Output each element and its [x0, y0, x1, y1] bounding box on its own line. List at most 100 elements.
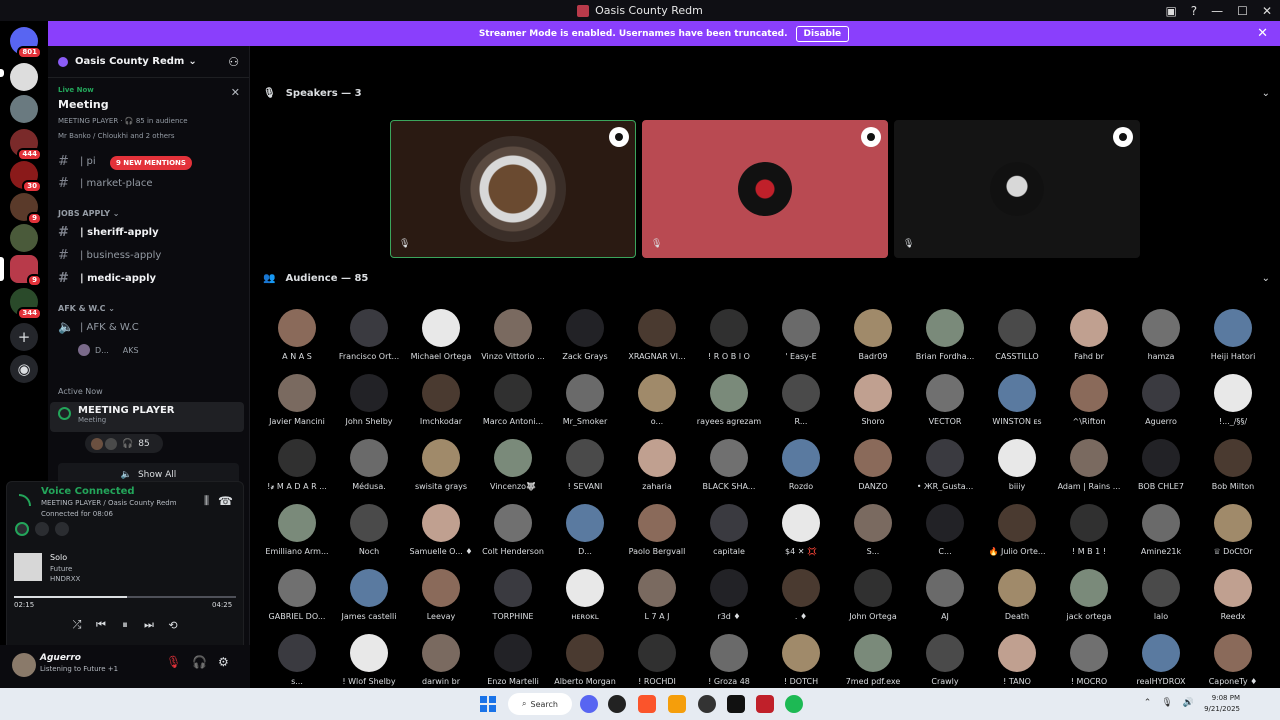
audience-member[interactable]: John Ortega — [837, 569, 909, 633]
chevron-down-icon[interactable]: ⌄ — [1262, 273, 1270, 284]
server-icon[interactable] — [10, 95, 38, 123]
audience-member[interactable]: Emilliano Arm... — [261, 504, 333, 568]
audience-member[interactable]: XRAGNAR VI... — [621, 309, 693, 373]
audience-member[interactable]: VECTOR — [909, 374, 981, 438]
server-icon[interactable]: 9 — [10, 193, 42, 225]
audience-member[interactable]: Francisco Ort... — [333, 309, 405, 373]
previous-icon[interactable]: ⏮ — [93, 617, 109, 633]
audience-member[interactable]: Michael Ortega — [405, 309, 477, 373]
audience-member[interactable]: L 7 A J — [621, 569, 693, 633]
add-member-icon[interactable]: ⚇ — [228, 55, 239, 69]
audience-member[interactable]: r3d ♦ — [693, 569, 765, 633]
system-tray[interactable]: ⌃ 🎙 🔊 — [1144, 698, 1194, 708]
spotify-taskbar-icon[interactable] — [785, 695, 803, 713]
audience-member[interactable]: ' Easy-E — [765, 309, 837, 373]
audience-member[interactable]: Death — [981, 569, 1053, 633]
server-icon[interactable]: 344 — [10, 288, 42, 320]
shuffle-icon[interactable]: ⤮ — [69, 617, 85, 633]
new-mentions-badge[interactable]: 9 NEW MENTIONS — [110, 156, 192, 170]
audience-member[interactable]: rayees agrezam — [693, 374, 765, 438]
app-taskbar-icon[interactable] — [727, 695, 745, 713]
speaker-tile[interactable]: 🎙 — [390, 120, 636, 258]
audience-member[interactable]: hamza — [1125, 309, 1197, 373]
audience-member[interactable]: DANZO — [837, 439, 909, 503]
audience-member[interactable]: BOB CHLE7 — [1125, 439, 1197, 503]
audience-member[interactable]: o... — [621, 374, 693, 438]
category-afk[interactable]: AFK & W.C ⌄ — [58, 304, 115, 313]
app-taskbar-icon[interactable] — [668, 695, 686, 713]
chevron-down-icon[interactable]: ⌄ — [1262, 88, 1270, 99]
audience-member[interactable]: Noch — [333, 504, 405, 568]
audience-member[interactable]: John Shelby — [333, 374, 405, 438]
app-taskbar-icon[interactable] — [756, 695, 774, 713]
app-taskbar-icon[interactable] — [608, 695, 626, 713]
audience-member[interactable]: !҂ M A D A R ... — [261, 439, 333, 503]
camera-icon[interactable] — [609, 127, 629, 147]
audience-member[interactable]: Fahd br — [1053, 309, 1125, 373]
server-icon[interactable]: 444 — [10, 129, 42, 161]
audience-member[interactable]: Javier Mancini — [261, 374, 333, 438]
audience-member[interactable]: BLACK SHA... — [693, 439, 765, 503]
close-banner-icon[interactable]: ✕ — [1257, 26, 1268, 41]
add-server-icon[interactable]: + — [10, 323, 38, 351]
server-icon[interactable]: 30 — [10, 161, 42, 193]
audience-member[interactable]: Badr09 — [837, 309, 909, 373]
live-now-card[interactable]: Live Now Meeting MEETING PLAYER · 🎧 85 i… — [48, 80, 250, 150]
audience-member[interactable]: Vincenzo🐺 — [477, 439, 549, 503]
speaker-tile[interactable]: 🎙 — [642, 120, 888, 258]
audience-member[interactable]: Samuelle O... ♦ — [405, 504, 477, 568]
audience-member[interactable]: swisita grays — [405, 439, 477, 503]
audience-member[interactable]: R... — [765, 374, 837, 438]
gear-icon[interactable]: ⚙ — [218, 655, 229, 669]
category-jobs-apply[interactable]: JOBS APPLY ⌄ — [58, 209, 119, 218]
audience-member[interactable]: $4 ✕ 💢 — [765, 504, 837, 568]
next-icon[interactable]: ⏭ — [141, 617, 157, 633]
audience-member[interactable]: Brian Fordha... — [909, 309, 981, 373]
channel-medic-apply[interactable]: # | medic-apply — [58, 269, 242, 287]
discord-taskbar-icon[interactable] — [580, 695, 598, 713]
voice-user-row[interactable]: D... AKS — [78, 341, 262, 359]
repeat-icon[interactable]: ⟲ — [165, 617, 181, 633]
help-icon[interactable]: ? — [1191, 4, 1197, 18]
active-meeting-row[interactable]: MEETING PLAYER Meeting — [50, 402, 244, 432]
audience-member[interactable]: !..._/§§/ — [1197, 374, 1269, 438]
audience-member[interactable]: Médusa. — [333, 439, 405, 503]
username[interactable]: Aguerro — [40, 653, 81, 663]
playback-progress[interactable] — [14, 596, 236, 598]
audience-member[interactable]: D... — [549, 504, 621, 568]
disable-streamer-button[interactable]: Disable — [795, 25, 850, 42]
audience-member[interactable]: capitale — [693, 504, 765, 568]
channel-market-place[interactable]: # | market-place — [58, 174, 242, 192]
brave-taskbar-icon[interactable] — [638, 695, 656, 713]
audience-member[interactable]: GABRIEL DO... — [261, 569, 333, 633]
avatar[interactable] — [12, 653, 36, 677]
audience-member[interactable]: Adam | Rains ... — [1053, 439, 1125, 503]
audience-member[interactable]: lalo — [1125, 569, 1197, 633]
channel-business-apply[interactable]: # | business-apply — [58, 246, 242, 264]
dm-home-button[interactable]: 801 — [10, 27, 42, 59]
server-icon-oasis[interactable]: 9 — [10, 255, 42, 287]
audience-member[interactable]: S... — [837, 504, 909, 568]
audience-member[interactable]: ʜᴇʀᴏᴋʟ — [549, 569, 621, 633]
microphone-icon[interactable]: 🎙 — [166, 655, 181, 669]
audience-member[interactable]: TORPHINE — [477, 569, 549, 633]
audience-member[interactable]: WINSTON ᴇs — [981, 374, 1053, 438]
camera-icon[interactable] — [1113, 127, 1133, 147]
audience-member[interactable]: A N A S — [261, 309, 333, 373]
windows-start-icon[interactable] — [480, 696, 496, 712]
audience-member[interactable]: Bob Milton — [1197, 439, 1269, 503]
disconnect-icon[interactable]: ☎ — [218, 494, 233, 508]
audience-member[interactable]: AJ — [909, 569, 981, 633]
audience-member[interactable]: Reedx — [1197, 569, 1269, 633]
audience-member[interactable]: Amine21k — [1125, 504, 1197, 568]
maximize-button[interactable]: ☐ — [1237, 4, 1248, 18]
activity-icon[interactable] — [55, 522, 69, 536]
audience-member[interactable]: ! R O B I O — [693, 309, 765, 373]
headphones-icon[interactable]: 🎧 — [192, 655, 207, 669]
audience-member[interactable]: ! M B 1 ! — [1053, 504, 1125, 568]
voice-channel[interactable]: MEETING PLAYER / Oasis County Redm — [41, 499, 177, 507]
close-window-button[interactable]: ✕ — [1262, 4, 1272, 18]
audience-member[interactable]: Imchkodar — [405, 374, 477, 438]
audience-member[interactable]: Zack Grays — [549, 309, 621, 373]
audience-member[interactable]: Colt Henderson — [477, 504, 549, 568]
